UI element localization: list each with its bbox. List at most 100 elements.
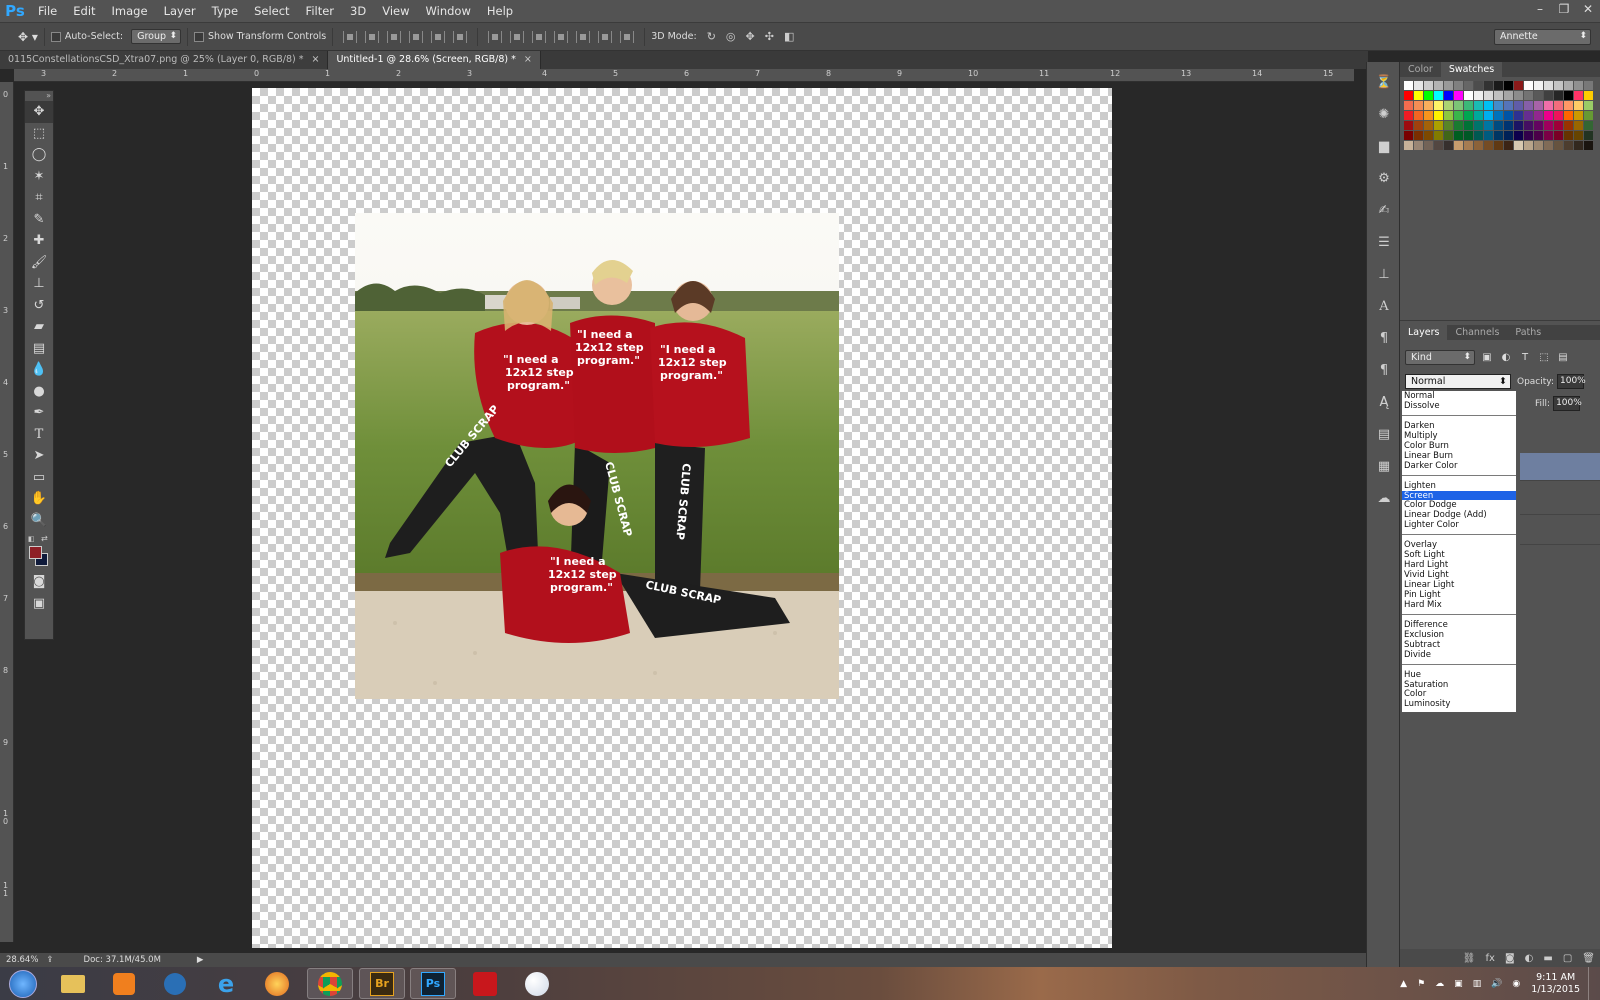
creative-cloud-icon[interactable]: ☁ bbox=[1367, 486, 1401, 510]
fill-input[interactable]: 100% bbox=[1553, 396, 1582, 411]
swatch[interactable] bbox=[1404, 141, 1413, 150]
blend-option-dissolve[interactable]: Dissolve bbox=[1402, 401, 1516, 411]
align-left-icon[interactable] bbox=[409, 30, 424, 43]
blend-option-lighter-color[interactable]: Lighter Color bbox=[1402, 520, 1516, 530]
swatch[interactable] bbox=[1584, 91, 1593, 100]
swatch[interactable] bbox=[1474, 91, 1483, 100]
swatch[interactable] bbox=[1524, 131, 1533, 140]
swatch[interactable] bbox=[1474, 81, 1483, 90]
swatch[interactable] bbox=[1454, 131, 1463, 140]
swatch[interactable] bbox=[1554, 111, 1563, 120]
show-hidden-icons-icon[interactable]: ▲ bbox=[1400, 979, 1407, 989]
blend-option-darker-color[interactable]: Darker Color bbox=[1402, 461, 1516, 471]
close-tab-icon[interactable]: × bbox=[524, 54, 532, 65]
swatch[interactable] bbox=[1424, 111, 1433, 120]
swatch[interactable] bbox=[1434, 121, 1443, 130]
restore-icon[interactable]: ❐ bbox=[1552, 0, 1576, 20]
menu-image[interactable]: Image bbox=[104, 0, 156, 23]
auto-select-checkbox[interactable] bbox=[50, 31, 61, 42]
swatch[interactable] bbox=[1464, 91, 1473, 100]
swatch[interactable] bbox=[1464, 141, 1473, 150]
info-icon[interactable]: ▤ bbox=[1367, 422, 1401, 446]
tab-layers[interactable]: Layers bbox=[1400, 325, 1448, 340]
blend-option-pin-light[interactable]: Pin Light bbox=[1402, 590, 1516, 600]
swatch[interactable] bbox=[1424, 121, 1433, 130]
zoom-tool-icon[interactable]: 🔍 bbox=[25, 510, 53, 532]
taskbar-bridge[interactable]: Br bbox=[359, 968, 405, 999]
swatch[interactable] bbox=[1404, 101, 1413, 110]
blend-option-hue[interactable]: Hue bbox=[1402, 670, 1516, 680]
new-group-icon[interactable]: ▬ bbox=[1543, 953, 1552, 964]
swatch[interactable] bbox=[1524, 81, 1533, 90]
swatch[interactable] bbox=[1524, 91, 1533, 100]
swatch[interactable] bbox=[1444, 91, 1453, 100]
start-button[interactable] bbox=[0, 968, 46, 999]
flag-icon[interactable]: ⚑ bbox=[1417, 979, 1425, 989]
share-icon[interactable]: ⇪ bbox=[46, 955, 53, 965]
swatch[interactable] bbox=[1524, 121, 1533, 130]
taskbar-acrobat[interactable] bbox=[462, 968, 508, 999]
swatch[interactable] bbox=[1564, 101, 1573, 110]
brush-panel-icon[interactable]: ✍ bbox=[1367, 198, 1401, 222]
swatch[interactable] bbox=[1484, 111, 1493, 120]
close-tab-icon[interactable]: × bbox=[311, 54, 319, 65]
swatch[interactable] bbox=[1574, 101, 1583, 110]
quick-mask-icon[interactable]: ◙ bbox=[25, 571, 53, 593]
swatches-grid[interactable] bbox=[1404, 81, 1598, 150]
taskbar-ie[interactable]: e bbox=[203, 968, 249, 999]
rectangle-tool-icon[interactable]: ▭ bbox=[25, 467, 53, 489]
lasso-tool-icon[interactable]: ◯ bbox=[25, 144, 53, 166]
history-brush-tool-icon[interactable]: ↺ bbox=[25, 295, 53, 317]
swatch[interactable] bbox=[1474, 121, 1483, 130]
menu-filter[interactable]: Filter bbox=[298, 0, 342, 23]
menu-type[interactable]: Type bbox=[204, 0, 246, 23]
blend-option-overlay[interactable]: Overlay bbox=[1402, 540, 1516, 550]
swatch[interactable] bbox=[1424, 81, 1433, 90]
swatch[interactable] bbox=[1484, 101, 1493, 110]
volume-icon[interactable]: 🔊 bbox=[1491, 979, 1502, 989]
cloud-icon[interactable]: ☁ bbox=[1435, 979, 1444, 989]
swatch[interactable] bbox=[1504, 121, 1513, 130]
swatch[interactable] bbox=[1584, 101, 1593, 110]
photo-layer[interactable]: "I need a 12x12 step program." "I need a… bbox=[355, 213, 839, 699]
swatch[interactable] bbox=[1584, 121, 1593, 130]
adjustment-filter-icon[interactable]: ◐ bbox=[1499, 351, 1513, 365]
default-colors-icon[interactable]: ◧ bbox=[28, 535, 37, 543]
swatch[interactable] bbox=[1514, 111, 1523, 120]
swatch[interactable] bbox=[1534, 121, 1543, 130]
swatch[interactable] bbox=[1544, 111, 1553, 120]
blend-option-luminosity[interactable]: Luminosity bbox=[1402, 699, 1516, 709]
swatch[interactable] bbox=[1564, 131, 1573, 140]
align-vcenter-icon[interactable] bbox=[365, 30, 380, 43]
swatch[interactable] bbox=[1404, 111, 1413, 120]
blend-option-screen[interactable]: Screen bbox=[1402, 490, 1516, 500]
swatch[interactable] bbox=[1564, 121, 1573, 130]
brush-presets-icon[interactable]: ☰ bbox=[1367, 230, 1401, 254]
swatch[interactable] bbox=[1554, 81, 1563, 90]
swatch[interactable] bbox=[1524, 101, 1533, 110]
swatch[interactable] bbox=[1494, 91, 1503, 100]
blend-option-lighten[interactable]: Lighten bbox=[1402, 481, 1516, 491]
photoshop-logo[interactable]: Ps bbox=[0, 0, 30, 23]
swatch[interactable] bbox=[1484, 81, 1493, 90]
swatch[interactable] bbox=[1434, 141, 1443, 150]
swatch[interactable] bbox=[1534, 81, 1543, 90]
pen-tool-icon[interactable]: ✒ bbox=[25, 402, 53, 424]
swatch[interactable] bbox=[1454, 91, 1463, 100]
swatch[interactable] bbox=[1574, 121, 1583, 130]
status-menu-arrow-icon[interactable]: ▶ bbox=[197, 955, 204, 965]
path-select-tool-icon[interactable]: ➤ bbox=[25, 445, 53, 467]
blend-option-linear-light[interactable]: Linear Light bbox=[1402, 580, 1516, 590]
blend-option-divide[interactable]: Divide bbox=[1402, 650, 1516, 660]
crop-tool-icon[interactable]: ⌗ bbox=[25, 187, 53, 209]
align-right-icon[interactable] bbox=[453, 30, 468, 43]
swatch[interactable] bbox=[1574, 131, 1583, 140]
layer-style-icon[interactable]: fx bbox=[1486, 953, 1495, 964]
blend-option-difference[interactable]: Difference bbox=[1402, 620, 1516, 630]
gradient-tool-icon[interactable]: ▤ bbox=[25, 338, 53, 360]
paragraph-styles-icon[interactable]: Ą bbox=[1367, 390, 1401, 414]
blend-option-linear-burn[interactable]: Linear Burn bbox=[1402, 451, 1516, 461]
network-icon[interactable]: ▥ bbox=[1473, 979, 1482, 989]
opacity-input[interactable]: 100% bbox=[1557, 374, 1586, 389]
paragraph-icon[interactable]: ¶ bbox=[1367, 326, 1401, 350]
